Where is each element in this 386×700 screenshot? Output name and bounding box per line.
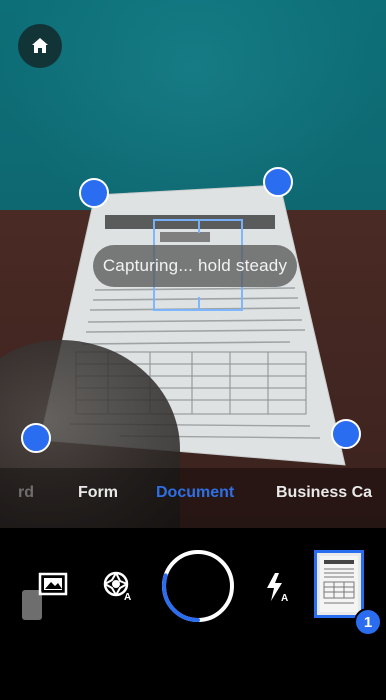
mode-item-form[interactable]: Form (78, 484, 118, 502)
auto-capture-icon: A (103, 571, 131, 603)
svg-text:A: A (281, 593, 288, 603)
crop-handle-top-right[interactable] (263, 167, 293, 197)
gallery-button[interactable] (18, 566, 72, 626)
crop-handle-bottom-left[interactable] (21, 423, 51, 453)
shutter-button[interactable] (160, 548, 236, 624)
capture-controls: A A 1 (0, 528, 386, 700)
capture-status-text: Capturing... hold steady (102, 256, 288, 275)
mode-item-whiteboard[interactable]: rd (18, 484, 34, 502)
crop-handle-bottom-right[interactable] (331, 419, 361, 449)
svg-text:A: A (124, 592, 131, 603)
home-icon (32, 38, 48, 53)
mode-item-business-card[interactable]: Business Ca (276, 484, 372, 502)
flash-button[interactable]: A (262, 570, 292, 604)
flash-auto-icon: A (267, 573, 288, 603)
crop-handle-top-left[interactable] (79, 178, 109, 208)
auto-capture-button[interactable]: A (100, 568, 136, 604)
mode-item-document[interactable]: Document (156, 484, 234, 502)
capture-mode-selector[interactable]: rd Form Document Business Ca (0, 484, 386, 514)
gallery-icon (22, 572, 68, 620)
captured-count: 1 (363, 613, 373, 631)
capture-status-toast: Capturing... hold steady (93, 245, 297, 287)
home-button[interactable] (18, 24, 62, 68)
thumbnail-document-preview (320, 556, 358, 612)
captured-thumbnail[interactable] (314, 550, 364, 618)
captured-count-badge: 1 (354, 608, 382, 636)
